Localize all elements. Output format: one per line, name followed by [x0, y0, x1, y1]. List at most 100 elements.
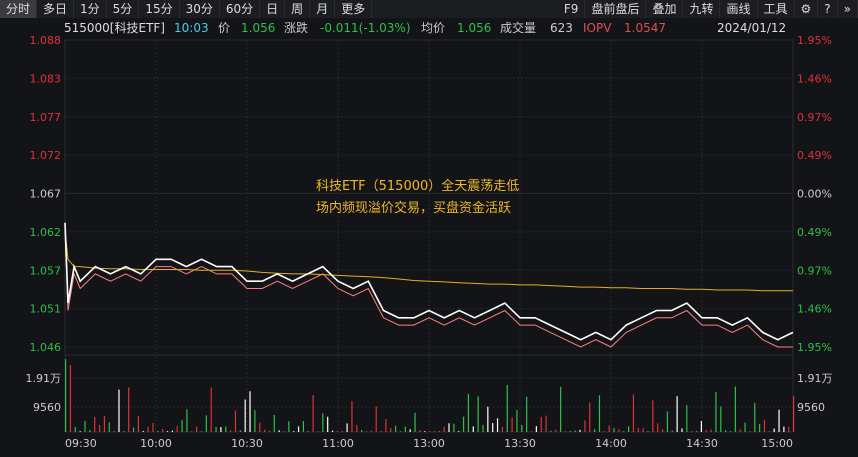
- volume-bar: [380, 430, 382, 432]
- volume-bar: [239, 430, 241, 432]
- vol-tick-right: 1.91万: [797, 372, 833, 385]
- y-tick-left: 1.067: [30, 188, 62, 201]
- vol-tick-left: 1.91万: [26, 372, 62, 385]
- volume-bar: [637, 427, 639, 432]
- y-tick-right: 1.46%: [797, 303, 832, 316]
- volume-bar: [530, 431, 533, 432]
- volume-bar: [652, 400, 654, 432]
- y-tick-right: 1.46%: [797, 72, 832, 85]
- volume-bar: [550, 430, 552, 432]
- volume-bar: [142, 430, 144, 432]
- y-tick-right: 0.97%: [797, 264, 832, 277]
- volume-bar: [327, 416, 329, 432]
- volume-bar: [535, 426, 537, 432]
- volume-bar: [312, 395, 314, 432]
- volume-bar: [574, 430, 576, 432]
- volume-bar: [783, 426, 785, 432]
- volume-bar: [594, 429, 596, 432]
- volume-bar: [200, 431, 203, 432]
- volume-bar: [225, 426, 227, 432]
- volume-bar: [210, 387, 212, 432]
- volume-bar: [98, 424, 101, 432]
- volume-bar: [729, 431, 732, 432]
- volume-bar: [458, 431, 460, 432]
- volume-bar: [259, 422, 261, 432]
- y-tick-left: 1.083: [30, 72, 62, 85]
- volume-bar: [564, 431, 567, 432]
- volume-bar: [569, 430, 571, 432]
- x-tick: 15:00: [761, 437, 793, 450]
- volume-bar: [399, 431, 402, 432]
- volume-bar: [249, 391, 251, 432]
- volume-bar: [627, 426, 630, 432]
- volume-bar: [278, 430, 280, 432]
- volume-bar: [759, 423, 761, 432]
- volume-bar: [623, 431, 625, 432]
- volume-bar: [472, 426, 474, 432]
- volume-bar: [123, 431, 125, 432]
- volume-bar: [744, 422, 746, 432]
- volume-bar: [94, 416, 96, 432]
- volume-bar: [763, 419, 766, 432]
- intraday-chart: 1.088 1.95% 1.083 1.46% 1.077 0.97% 1.072 0.49%…: [26, 34, 833, 450]
- volume-bar: [302, 421, 305, 432]
- volume-bar: [404, 426, 406, 432]
- volume-bar: [700, 420, 702, 432]
- volume-bar: [608, 425, 610, 432]
- volume-bar: [346, 423, 348, 432]
- volume-bar: [263, 429, 266, 432]
- x-tick: 14:00: [595, 437, 627, 450]
- volume-bar: [375, 406, 377, 432]
- y-tick-right: 0.97%: [797, 111, 832, 124]
- volume-bar: [186, 409, 188, 432]
- volume-bar: [598, 395, 601, 432]
- volume-bar: [424, 431, 426, 432]
- volume-bar: [778, 409, 780, 432]
- volume-bar: [356, 425, 358, 432]
- volume-bar: [773, 428, 775, 432]
- volume-bar: [555, 429, 557, 432]
- volume-bar: [157, 431, 159, 432]
- volume-bar: [647, 431, 649, 432]
- volume-bar: [661, 429, 664, 432]
- y-tick-left: 1.077: [30, 111, 62, 124]
- volume-bar: [545, 415, 547, 432]
- volume-bar: [113, 430, 115, 432]
- volume-bar: [501, 426, 503, 432]
- volume-bar: [283, 431, 285, 432]
- volume-bar: [254, 410, 256, 432]
- volume-bar: [390, 427, 392, 432]
- volume-bar: [477, 396, 479, 432]
- volume-bar: [540, 416, 542, 432]
- volume-bar: [361, 430, 363, 432]
- volume-bar: [521, 424, 523, 432]
- volume-bar: [293, 431, 295, 432]
- y-tick-left: 1.057: [30, 264, 62, 277]
- volume-bar: [215, 426, 217, 432]
- volume-bar: [453, 423, 455, 432]
- y-tick-right: 1.95%: [797, 34, 832, 47]
- volume-bar: [526, 396, 528, 432]
- volume-bar: [686, 405, 688, 432]
- volume-bar: [89, 430, 91, 432]
- volume-bar: [749, 431, 751, 432]
- volume-bar: [69, 365, 72, 432]
- volume-bar: [487, 406, 489, 432]
- volume-bar: [84, 420, 86, 432]
- volume-bar: [152, 422, 154, 432]
- vol-tick-right: 9560: [797, 401, 825, 414]
- volume-bar: [273, 415, 275, 432]
- volume-bar: [429, 431, 431, 432]
- x-tick: 14:30: [686, 437, 718, 450]
- volume-bar: [297, 426, 300, 432]
- volume-bar: [613, 427, 615, 432]
- chart-window: 分时 多日 1分 5分 15分 30分 60分日周月更多 F9 盘前盘后 叠加 九转 画线 工具 ⚙?»…: [0, 0, 858, 457]
- volume-bar: [103, 415, 106, 432]
- volume-bar: [307, 431, 309, 432]
- volume-bar: [482, 425, 484, 432]
- volume-bar: [288, 421, 290, 432]
- y-tick-left: 1.051: [30, 303, 62, 316]
- volume-bar: [666, 411, 669, 432]
- volume-bar: [448, 423, 450, 432]
- volume-bar: [336, 430, 338, 432]
